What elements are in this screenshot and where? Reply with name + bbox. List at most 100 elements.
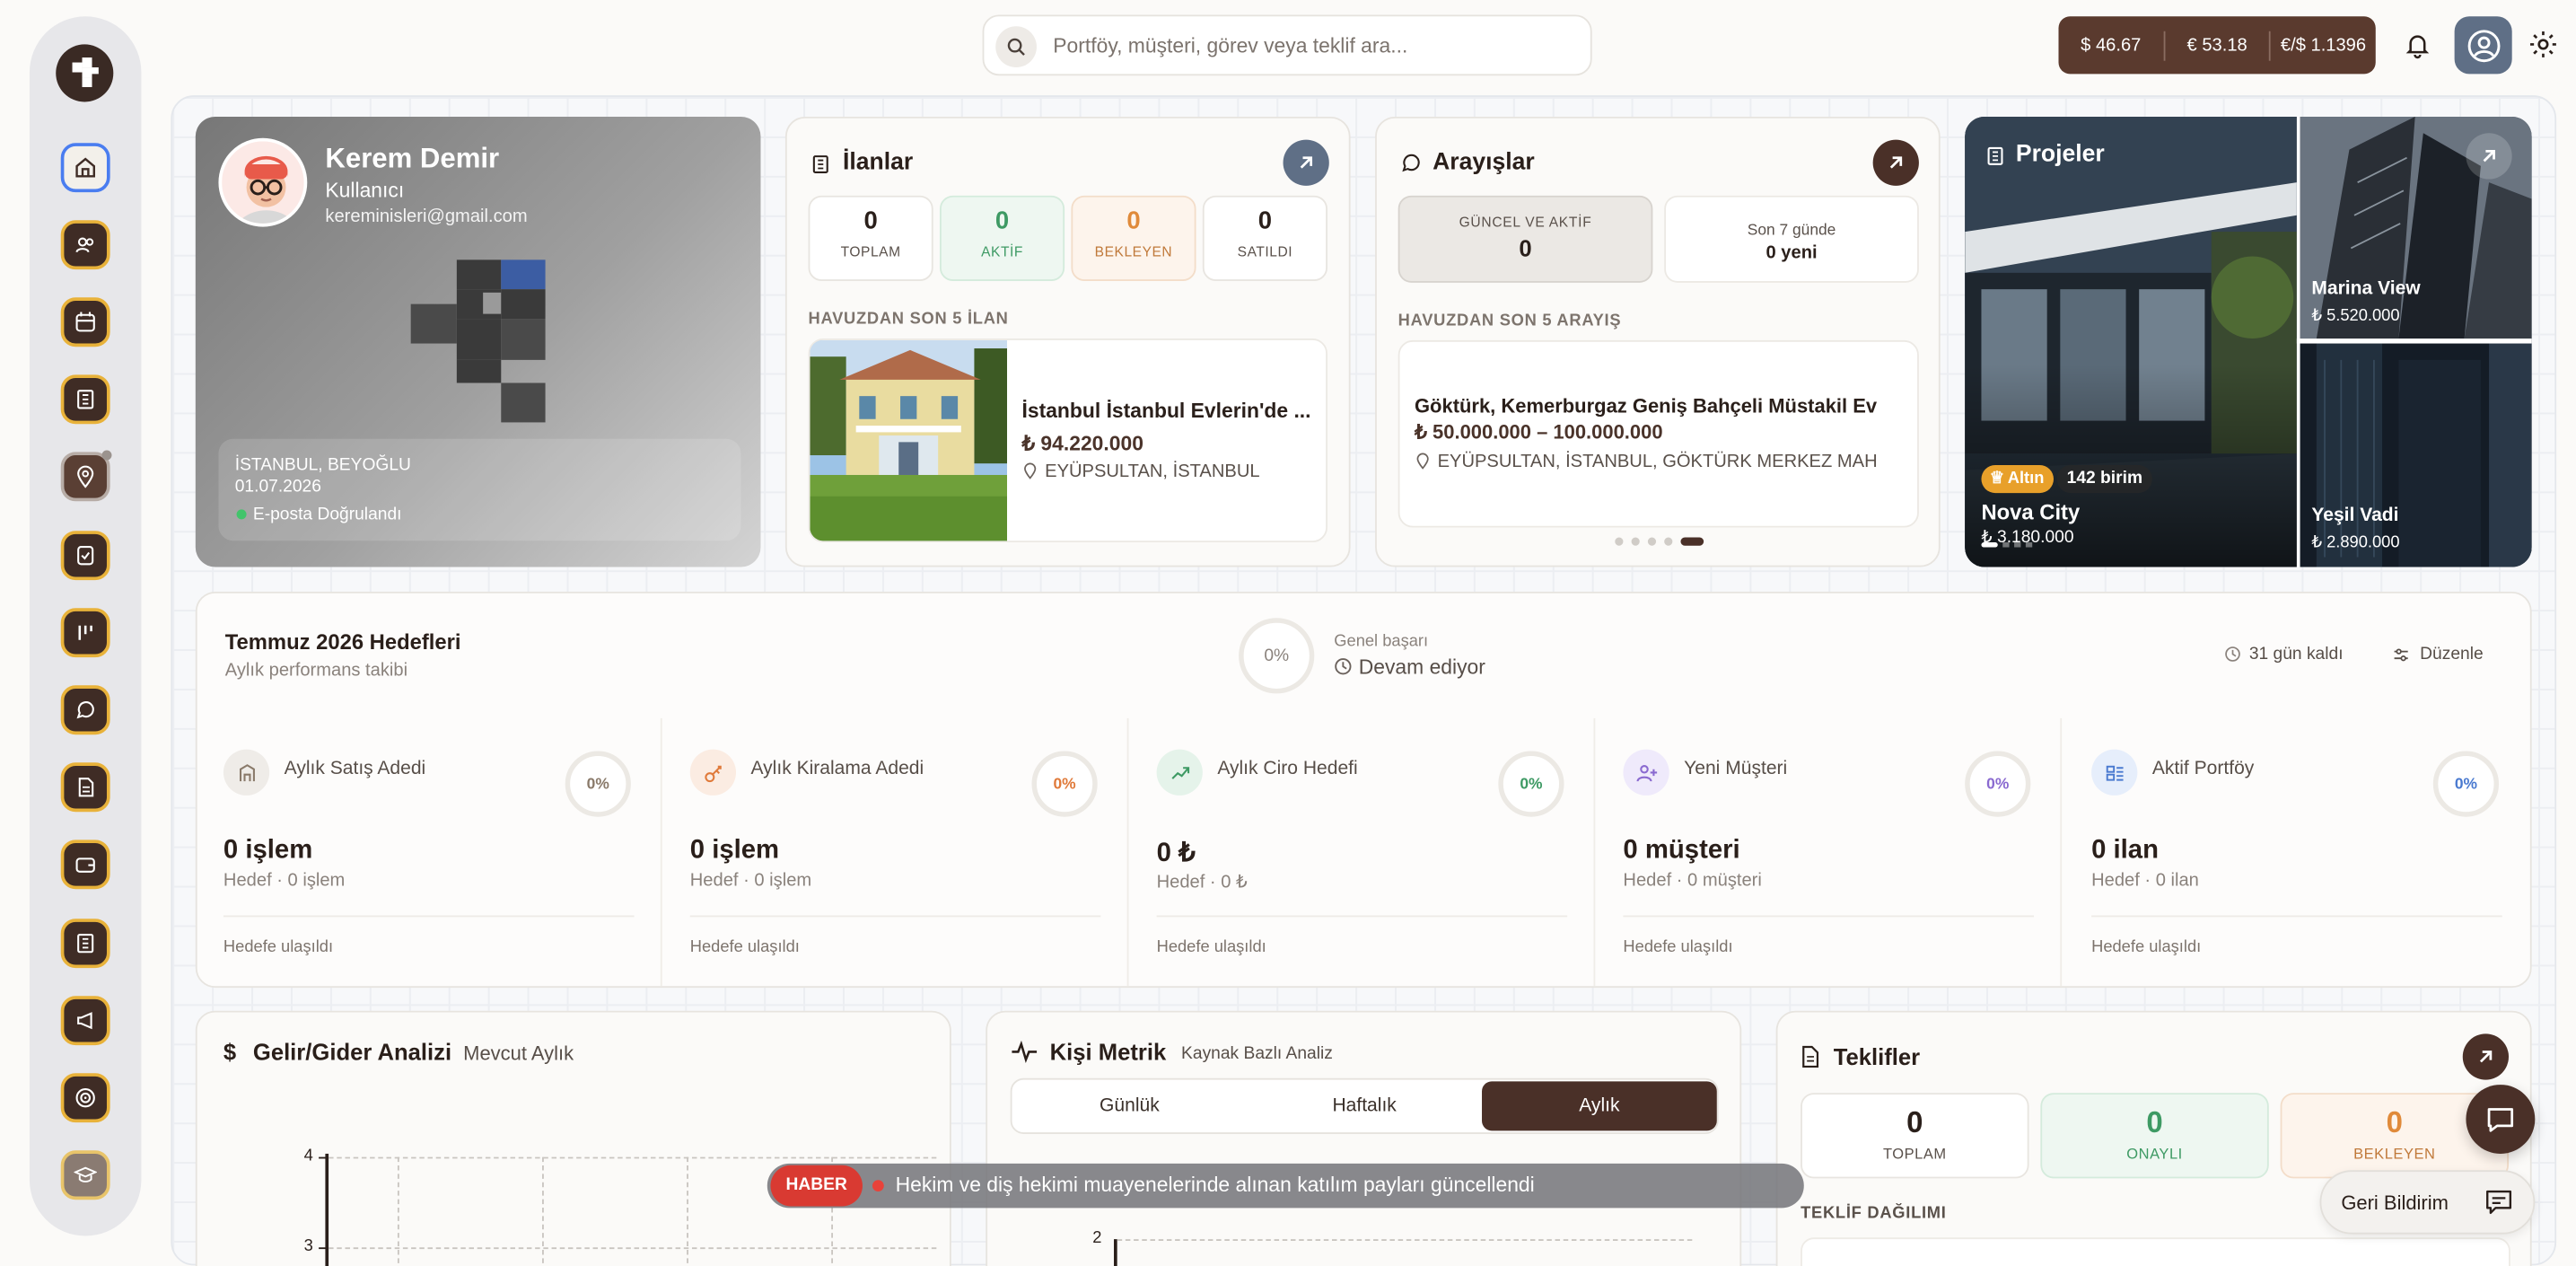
- arayislar-week-box[interactable]: Son 7 günde 0 yeni: [1664, 195, 1919, 283]
- profile-role: Kullanıcı: [325, 179, 405, 203]
- nav-education-icon[interactable]: [60, 1150, 110, 1200]
- news-ticker[interactable]: HABER Hekim ve diş hekimi muayenelerinde…: [767, 1163, 1804, 1209]
- ilanlar-stat-total[interactable]: 0 TOPLAM: [808, 195, 933, 281]
- nav-wallet-icon[interactable]: [60, 840, 110, 890]
- nav-indicator-dot: [101, 450, 112, 461]
- project-side-name: Yeşil Vadi: [2311, 506, 2399, 526]
- nav-projects-icon[interactable]: [60, 919, 110, 969]
- nav-location-icon[interactable]: [60, 452, 110, 502]
- notification-bell-icon[interactable]: [2396, 23, 2439, 66]
- user-account-icon[interactable]: [2454, 16, 2512, 75]
- arayis-carousel-dots[interactable]: [1615, 537, 1704, 546]
- dollar-icon: $: [223, 1038, 237, 1066]
- nav-megaphone-icon[interactable]: [60, 996, 110, 1046]
- listing-item[interactable]: İstanbul İstanbul Evlerin'de ... ₺ 94.22…: [808, 338, 1327, 543]
- goal-card[interactable]: Aylık Satış Adedi 0% 0 işlem Hedef · 0 işle…: [196, 717, 662, 987]
- goal-card[interactable]: Aktif Portföy 0% 0 ilan Hedef · 0 ilan Hedef…: [2063, 718, 2530, 986]
- listing-location: EYÜPSULTAN, İSTANBUL: [1045, 462, 1260, 482]
- edit-button[interactable]: Düzenle: [2420, 645, 2484, 664]
- nav-target-icon[interactable]: [60, 1073, 110, 1123]
- ilanlar-stat-active[interactable]: 0 AKTİF: [939, 195, 1065, 281]
- projeler-open-arrow-icon[interactable]: [2466, 133, 2512, 180]
- axis-tick: 3: [303, 1237, 313, 1256]
- building-icon: [810, 153, 831, 176]
- metrik-subtitle: Kaynak Bazlı Analiz: [1181, 1043, 1333, 1064]
- kisi-metrik-card: Kişi Metrik Kaynak Bazlı Analiz Günlük H…: [986, 1010, 1742, 1266]
- overall-progress-ring: 0%: [1239, 618, 1315, 694]
- goal-value: 0 müşteri: [1623, 836, 1740, 865]
- live-dot-icon: [872, 1180, 884, 1192]
- nav-chat-icon[interactable]: [60, 685, 110, 735]
- ilanlar-open-arrow-icon[interactable]: [1283, 139, 1329, 186]
- goal-value: 0 ilan: [2091, 836, 2159, 865]
- overall-status: Devam ediyor: [1358, 655, 1485, 679]
- search-input[interactable]: Portföy, müşteri, görev veya teklif ara.…: [1053, 34, 1407, 57]
- nav-tasks-icon[interactable]: [60, 531, 110, 581]
- goal-status: Hedefe ulaşıldı: [223, 938, 334, 957]
- goal-status: Hedefe ulaşıldı: [1623, 938, 1733, 957]
- listing-title: İstanbul İstanbul Evlerin'de ...: [1021, 399, 1311, 423]
- feedback-button[interactable]: Geri Bildirim: [2319, 1170, 2536, 1235]
- arayis-location: EYÜPSULTAN, İSTANBUL, GÖKTÜRK MERKEZ MAH: [1437, 452, 1878, 472]
- projeler-title: Projeler: [2015, 141, 2105, 168]
- nav-users-icon[interactable]: [60, 220, 110, 270]
- global-search[interactable]: Portföy, müşteri, görev veya teklif ara.…: [982, 14, 1592, 76]
- goal-name: Yeni Müşteri: [1684, 759, 1788, 779]
- projeler-card[interactable]: Projeler ♕ Altın 142 birim Nova City ₺ 3.…: [1965, 116, 2532, 567]
- arayis-item[interactable]: Göktürk, Kemerburgaz Geniş Bahçeli Müsta…: [1398, 339, 1919, 528]
- tab-haftalik[interactable]: Haftalık: [1247, 1080, 1482, 1133]
- projects-building-icon: [1985, 145, 2006, 168]
- goal-target: Hedef · 0 işlem: [689, 871, 812, 892]
- nav-document-icon[interactable]: [60, 762, 110, 813]
- project-units: 142 birim: [2056, 465, 2153, 494]
- goal-target: Hedef · 0 müşteri: [1623, 871, 1762, 892]
- goal-card[interactable]: Yeni Müşteri 0% 0 müşteri Hedef · 0 müşteri…: [1595, 717, 2063, 987]
- goal-card[interactable]: Aylık Ciro Hedefi 0% 0 ₺ Hedef · 0 ₺ Hedefe …: [1128, 717, 1596, 987]
- add-user-icon: [1623, 749, 1669, 796]
- arayislar-card: Arayışlar GÜNCEL VE AKTİF 0 Son 7 günde …: [1375, 116, 1941, 567]
- goal-value: 0 ₺: [1156, 840, 1196, 868]
- news-badge: HABER: [770, 1165, 863, 1207]
- arayislar-open-arrow-icon[interactable]: [1872, 139, 1919, 186]
- ilanlar-stat-sold[interactable]: 0 SATILDI: [1202, 195, 1327, 281]
- nav-home-icon[interactable]: [60, 143, 110, 193]
- goal-progress-ring: 0%: [2432, 751, 2500, 817]
- nav-kanban-icon[interactable]: [60, 608, 110, 658]
- goal-progress-ring: 0%: [1031, 751, 1098, 817]
- tab-gunluk[interactable]: Günlük: [1012, 1080, 1248, 1133]
- list-grid-icon: [2091, 749, 2138, 796]
- profile-info-box: İSTANBUL, BEYOĞLU 01.07.2026 E-posta Doğ…: [218, 438, 741, 541]
- project-side-price: ₺ 2.890.000: [2311, 533, 2400, 553]
- feedback-message-icon: [2485, 1190, 2512, 1215]
- goal-card[interactable]: Aylık Kiralama Adedi 0% 0 işlem Hedef · 0 i…: [662, 717, 1129, 987]
- teklif-stat-total[interactable]: 0 TOPLAM: [1801, 1093, 2029, 1179]
- verified-dot-icon: [236, 509, 247, 520]
- edit-sliders-icon[interactable]: [2392, 646, 2410, 664]
- ilanlar-stat-pending[interactable]: 0 BEKLEYEN: [1071, 195, 1196, 281]
- avatar[interactable]: [218, 137, 308, 227]
- goal-name: Aylık Kiralama Adedi: [750, 759, 924, 779]
- goal-value: 0 işlem: [689, 836, 780, 865]
- settings-gear-icon[interactable]: [2523, 24, 2563, 64]
- arayis-price: ₺ 50.000.000 – 100.000.000: [1414, 420, 1663, 444]
- project-carousel-dots[interactable]: [1981, 542, 2033, 548]
- timer-icon: [2224, 646, 2240, 662]
- sidebar: [29, 16, 142, 1236]
- medal-icon: ♕: [1989, 470, 2005, 488]
- profile-email: kereminisleri@gmail.com: [325, 207, 528, 227]
- arayislar-current-box[interactable]: GÜNCEL VE AKTİF 0: [1398, 195, 1653, 283]
- activity-pulse-icon: [1011, 1040, 1038, 1064]
- tab-aylik[interactable]: Aylık: [1482, 1081, 1717, 1131]
- teklifler-open-arrow-icon[interactable]: [2462, 1033, 2510, 1080]
- app-logo[interactable]: [56, 44, 114, 102]
- nav-calendar-icon[interactable]: [60, 297, 110, 347]
- teklif-stat-approved[interactable]: 0 ONAYLI: [2040, 1093, 2269, 1179]
- goal-name: Aylık Satış Adedi: [284, 759, 426, 779]
- chat-fab-icon[interactable]: [2466, 1085, 2536, 1154]
- profile-card: Kerem Demir Kullanıcı kereminisleri@gmai…: [195, 116, 761, 567]
- building-icon: [223, 749, 270, 796]
- project-side-name: Marina View: [2311, 279, 2421, 300]
- chat-bubble-icon: [1400, 153, 1422, 174]
- nav-building-icon[interactable]: [60, 374, 110, 425]
- project-side-price: ₺ 5.520.000: [2311, 307, 2400, 326]
